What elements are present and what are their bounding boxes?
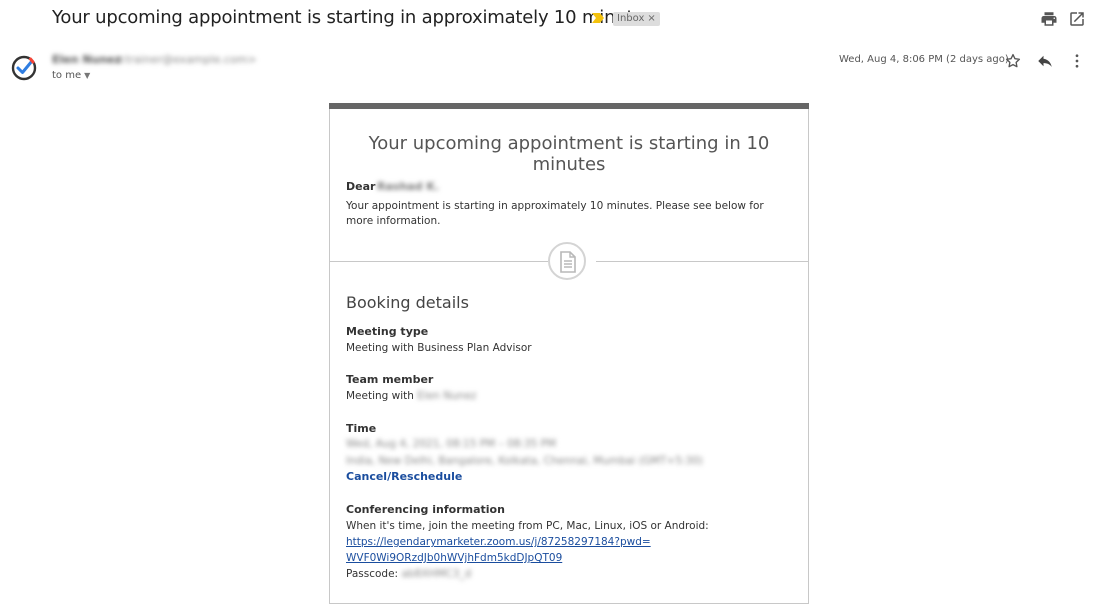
more-vert-icon[interactable] xyxy=(1068,52,1086,70)
team-member-label: Team member xyxy=(346,373,434,386)
time-value: Wed, Aug 4, 2021, 08:15 PM – 08:35 PM xyxy=(346,438,557,450)
timezone-value: India, New Delhi, Bangalore, Kolkata, Ch… xyxy=(346,455,703,467)
team-member-prefix: Meeting with xyxy=(346,390,414,402)
card-header-bar xyxy=(329,103,809,109)
document-badge xyxy=(548,242,586,280)
email-date: Wed, Aug 4, 8:06 PM (2 days ago) xyxy=(839,54,1009,65)
print-icon[interactable] xyxy=(1040,10,1058,28)
cancel-reschedule-link[interactable]: Cancel/Reschedule xyxy=(346,470,462,483)
team-member-value: Meeting with Elen Nunez xyxy=(346,390,476,402)
meeting-type-label: Meeting type xyxy=(346,325,429,338)
zoom-meeting-link[interactable]: https://legendarymarketer.zoom.us/j/8725… xyxy=(346,536,651,548)
email-subject: Your upcoming appointment is starting in… xyxy=(52,7,654,28)
document-icon xyxy=(560,251,576,273)
section-divider-left xyxy=(330,261,548,262)
inbox-label-text: Inbox xyxy=(617,13,645,24)
recipients-toggle[interactable]: to me ▼ xyxy=(52,70,90,81)
star-icon[interactable] xyxy=(1004,52,1022,70)
conferencing-label: Conferencing information xyxy=(346,503,505,516)
passcode-value: ab8XHMC3_d xyxy=(401,568,472,580)
sender-email: <trainer@example.com> xyxy=(116,53,257,66)
open-in-new-icon[interactable] xyxy=(1068,10,1086,28)
recipient-name: Rashad K. xyxy=(377,180,440,193)
passcode-label: Passcode: xyxy=(346,568,399,580)
conferencing-text: When it's time, join the meeting from PC… xyxy=(346,520,709,532)
email-title: Your upcoming appointment is starting in… xyxy=(368,133,770,175)
section-divider-right xyxy=(596,261,808,262)
to-me-label: to me xyxy=(52,70,82,81)
greeting-label: Dear xyxy=(346,180,376,193)
email-body-card: Your upcoming appointment is starting in… xyxy=(329,103,809,604)
inbox-label-chip: Inbox × xyxy=(613,12,660,26)
booking-details-heading: Booking details xyxy=(346,293,469,312)
chevron-down-icon: ▼ xyxy=(84,71,91,80)
zoom-meeting-link-cont[interactable]: WVF0Wi9ORzdJb0hWVjhFdm5kdDJpQT09 xyxy=(346,552,562,564)
intro-text: Your appointment is starting in approxim… xyxy=(346,200,764,227)
passcode-row: Passcode: ab8XHMC3_d xyxy=(346,568,471,580)
meeting-type-value: Meeting with Business Plan Advisor xyxy=(346,342,532,354)
importance-marker-icon[interactable] xyxy=(592,13,604,23)
team-member-name: Elen Nunez xyxy=(417,390,477,402)
reply-icon[interactable] xyxy=(1036,52,1054,70)
remove-label-button[interactable]: × xyxy=(647,13,655,24)
sender-name: Elen Nunez xyxy=(52,53,122,66)
time-label: Time xyxy=(346,422,377,435)
sender-avatar xyxy=(11,55,37,81)
